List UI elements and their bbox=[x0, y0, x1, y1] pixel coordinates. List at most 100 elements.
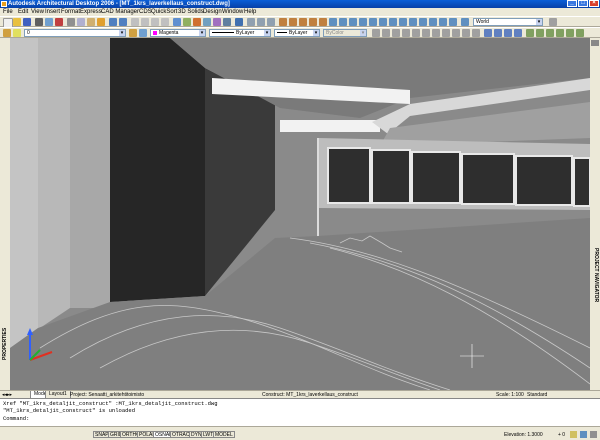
color-dropdown[interactable]: Magenta ▾ bbox=[150, 29, 206, 37]
menu-window[interactable]: Window bbox=[222, 8, 243, 16]
plot-icon[interactable] bbox=[35, 18, 43, 26]
bottom-view-icon[interactable] bbox=[392, 29, 400, 37]
menu-view[interactable]: View bbox=[31, 8, 44, 16]
model-toggle[interactable]: MODEL bbox=[213, 431, 235, 438]
wall-icon[interactable] bbox=[279, 18, 287, 26]
copy-icon[interactable] bbox=[77, 18, 85, 26]
markup-icon[interactable] bbox=[213, 18, 221, 26]
menu-edit[interactable]: Edit bbox=[18, 8, 28, 16]
sheet-set-icon[interactable] bbox=[203, 18, 211, 26]
orbit-icon[interactable] bbox=[257, 18, 265, 26]
zoom-realtime-icon[interactable] bbox=[141, 18, 149, 26]
ucs-dropdown[interactable]: World ▾ bbox=[473, 18, 543, 26]
menu-design[interactable]: Design bbox=[203, 8, 222, 16]
ucs-named-icon[interactable] bbox=[461, 18, 469, 26]
display-config-icon[interactable] bbox=[372, 29, 380, 37]
lock-icon[interactable] bbox=[580, 431, 587, 438]
match-properties-icon[interactable] bbox=[97, 18, 105, 26]
command-prompt[interactable]: Command: bbox=[3, 415, 29, 422]
shade-wire-icon[interactable] bbox=[484, 29, 492, 37]
menu-3d-solids[interactable]: 3D Solids bbox=[178, 8, 204, 16]
model-viewport[interactable] bbox=[10, 38, 590, 390]
right-view-icon[interactable] bbox=[412, 29, 420, 37]
communication-center-icon[interactable] bbox=[570, 431, 577, 438]
menu-express[interactable]: Express bbox=[80, 8, 102, 16]
swivel-icon[interactable] bbox=[556, 29, 564, 37]
camera-icon[interactable] bbox=[526, 29, 534, 37]
door-icon[interactable] bbox=[289, 18, 297, 26]
layer-manager-icon[interactable] bbox=[3, 29, 11, 37]
ucs-origin-icon[interactable] bbox=[389, 18, 397, 26]
layer-state-icon[interactable] bbox=[13, 29, 21, 37]
menu-cad-manager[interactable]: CAD Manager bbox=[101, 8, 139, 16]
window-icon[interactable] bbox=[299, 18, 307, 26]
lineweight-dropdown[interactable]: ByLayer ▾ bbox=[274, 29, 320, 37]
render-icon[interactable] bbox=[267, 18, 275, 26]
maximize-button[interactable]: □ bbox=[578, 0, 588, 7]
close-button[interactable]: × bbox=[589, 0, 599, 7]
properties-palette-strip[interactable]: PROPERTIES bbox=[0, 38, 10, 390]
ucs-object-icon[interactable] bbox=[359, 18, 367, 26]
design-center-icon[interactable] bbox=[183, 18, 191, 26]
ucs-apply-icon[interactable] bbox=[449, 18, 457, 26]
front-view-icon[interactable] bbox=[422, 29, 430, 37]
shade-hidden-icon[interactable] bbox=[494, 29, 502, 37]
menu-help[interactable]: Help bbox=[244, 8, 256, 16]
ucs-view-icon[interactable] bbox=[379, 18, 387, 26]
layer-dropdown[interactable]: 0 ▾ bbox=[24, 29, 126, 37]
cut-icon[interactable] bbox=[67, 18, 75, 26]
project-navigator-strip[interactable]: PROJECT NAVIGATOR bbox=[590, 38, 600, 390]
paste-icon[interactable] bbox=[87, 18, 95, 26]
menu-file[interactable]: File bbox=[3, 8, 13, 16]
help-icon[interactable] bbox=[235, 18, 243, 26]
elevation-readout[interactable]: Elevation: 1.3000 bbox=[504, 432, 543, 438]
command-line[interactable]: Xref "MT_1krs_detaljit_construct" :MT_1k… bbox=[0, 398, 600, 426]
zoom-window-icon[interactable] bbox=[151, 18, 159, 26]
linetype-dropdown[interactable]: ByLayer ▾ bbox=[209, 29, 271, 37]
shade-gouraud-icon[interactable] bbox=[514, 29, 522, 37]
menu-format[interactable]: Format bbox=[61, 8, 80, 16]
top-view-icon[interactable] bbox=[382, 29, 390, 37]
menu-cds[interactable]: CDS bbox=[139, 8, 152, 16]
make-current-icon[interactable] bbox=[129, 29, 137, 37]
ne-iso-icon[interactable] bbox=[462, 29, 470, 37]
minimize-button[interactable]: _ bbox=[567, 0, 577, 7]
view-icon[interactable] bbox=[247, 18, 255, 26]
layer-previous-icon[interactable] bbox=[139, 29, 147, 37]
ucs-world-icon[interactable] bbox=[349, 18, 357, 26]
ucs-3point-icon[interactable] bbox=[409, 18, 417, 26]
scene-3d[interactable] bbox=[10, 38, 590, 390]
open-icon[interactable] bbox=[13, 18, 21, 26]
ucs-face-icon[interactable] bbox=[369, 18, 377, 26]
ucs-z-icon[interactable] bbox=[439, 18, 447, 26]
app-icon[interactable] bbox=[1, 1, 7, 7]
quickcalc-icon[interactable] bbox=[223, 18, 231, 26]
menu-quicksort[interactable]: QuickSort bbox=[151, 8, 177, 16]
fly-icon[interactable] bbox=[546, 29, 554, 37]
elevation-offset[interactable]: + 0 bbox=[558, 432, 565, 438]
ucs-y-icon[interactable] bbox=[429, 18, 437, 26]
se-iso-icon[interactable] bbox=[452, 29, 460, 37]
properties-icon[interactable] bbox=[173, 18, 181, 26]
palette-close-icon[interactable] bbox=[591, 40, 599, 46]
zoom-extents-icon[interactable] bbox=[566, 29, 574, 37]
lights-icon[interactable] bbox=[576, 29, 584, 37]
ucs-previous-icon[interactable] bbox=[339, 18, 347, 26]
clean-screen-icon[interactable] bbox=[590, 431, 597, 438]
sw-iso-icon[interactable] bbox=[442, 29, 450, 37]
ucs-icon[interactable] bbox=[329, 18, 337, 26]
ucs-zaxis-icon[interactable] bbox=[399, 18, 407, 26]
zoom-previous-icon[interactable] bbox=[161, 18, 169, 26]
ucs-x-icon[interactable] bbox=[419, 18, 427, 26]
redo-icon[interactable] bbox=[119, 18, 127, 26]
tool-palettes-icon[interactable] bbox=[193, 18, 201, 26]
publish-icon[interactable] bbox=[55, 18, 63, 26]
stair-icon[interactable] bbox=[309, 18, 317, 26]
pan-icon[interactable] bbox=[131, 18, 139, 26]
save-icon[interactable] bbox=[23, 18, 31, 26]
preview-icon[interactable] bbox=[45, 18, 53, 26]
shade-flat-icon[interactable] bbox=[504, 29, 512, 37]
space-icon[interactable] bbox=[319, 18, 327, 26]
back-view-icon[interactable] bbox=[432, 29, 440, 37]
nw-iso-icon[interactable] bbox=[472, 29, 480, 37]
